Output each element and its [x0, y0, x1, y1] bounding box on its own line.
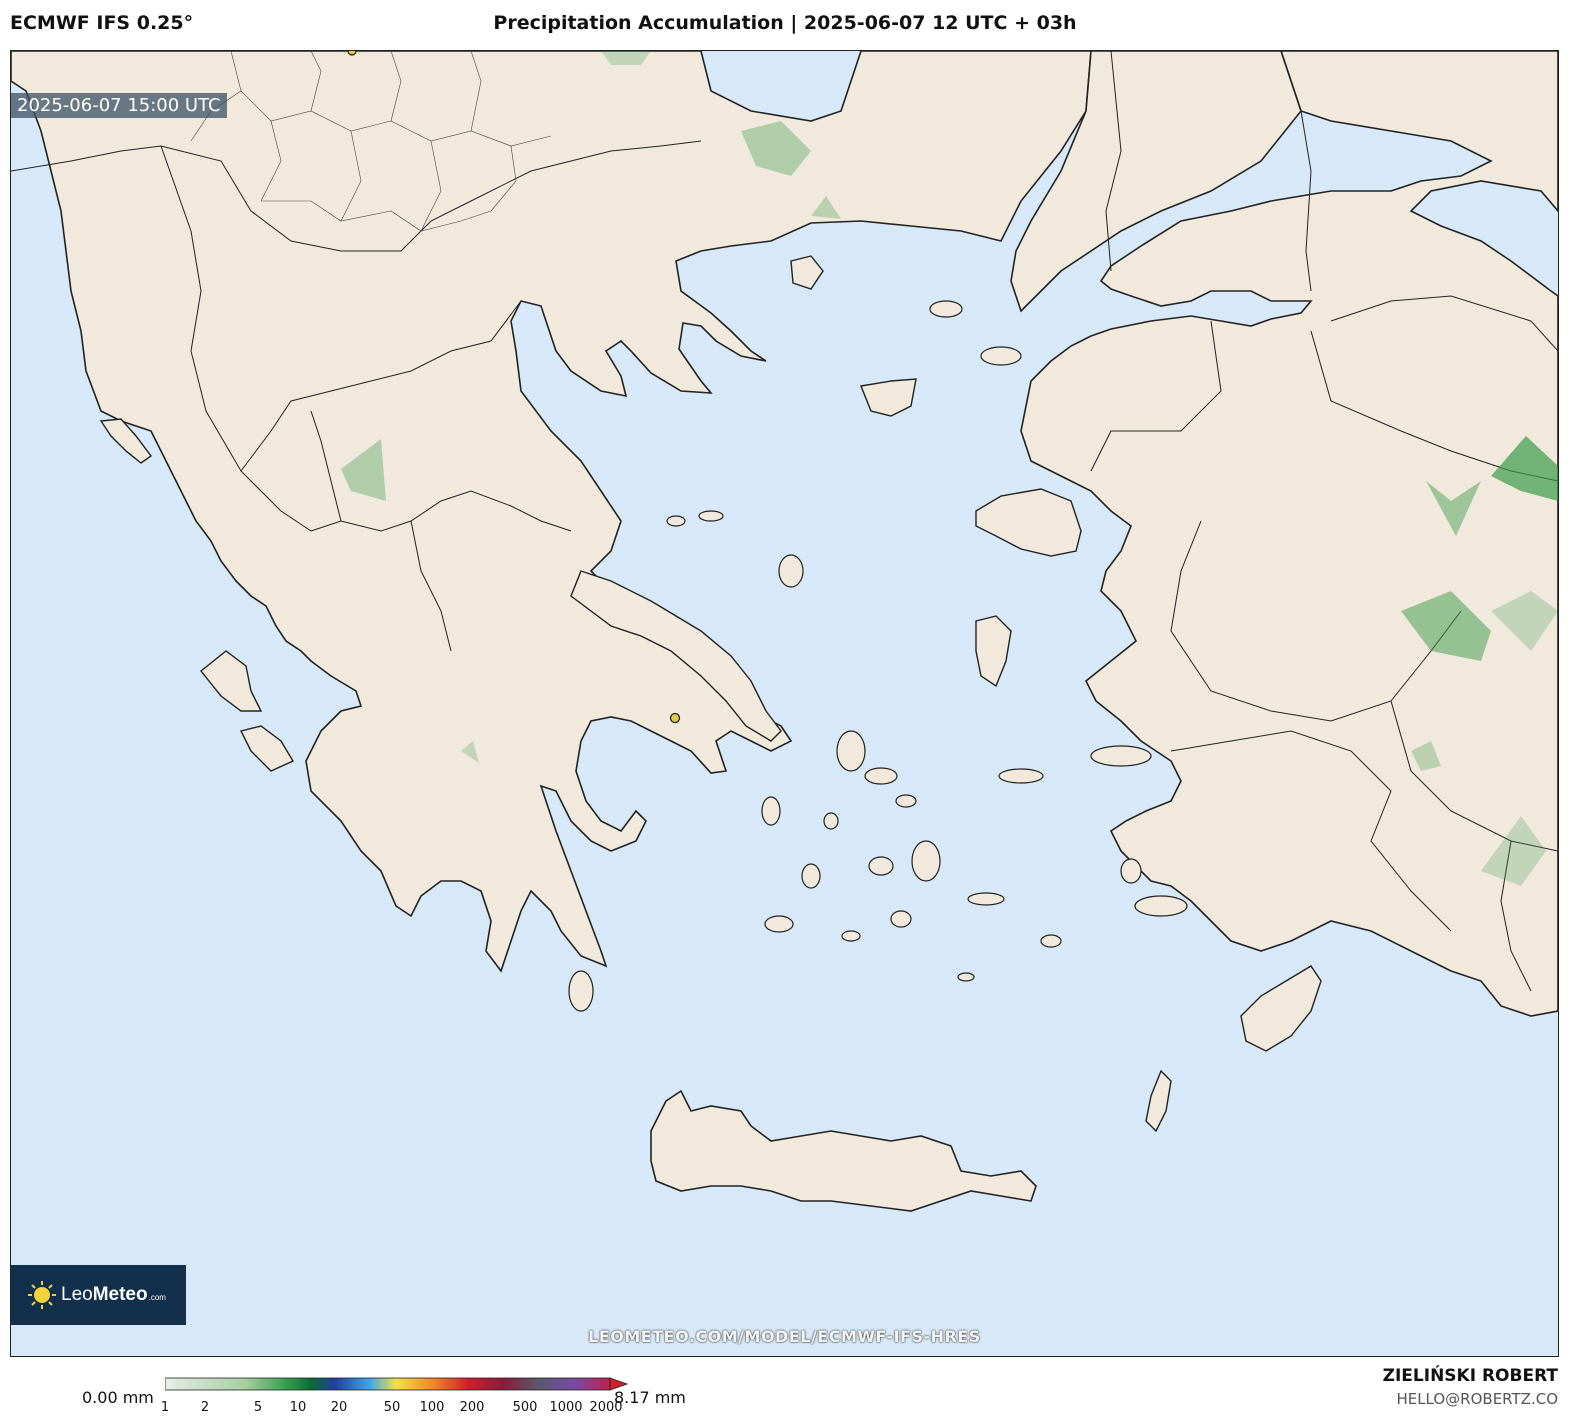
colorbar-tick-label: 1 [160, 1400, 170, 1415]
colorbar-tick-label: 50 [383, 1400, 401, 1415]
map-title: Precipitation Accumulation | 2025-06-07 … [493, 12, 1077, 34]
source-watermark: LEOMETEO.COM/MODEL/ECMWF-IFS-HRES [588, 1327, 981, 1346]
colorbar-tick-label: 5 [253, 1400, 263, 1415]
map-frame[interactable]: 2025-06-07 15:00 UTC LeoMeteo.com LEOMET… [10, 50, 1559, 1357]
land-zakynthos [239, 725, 295, 772]
logo-text: LeoMeteo.com [61, 1284, 166, 1305]
colorbar-tick-label: 10 [289, 1400, 307, 1415]
author-name: ZIELIŃSKI ROBERT [1382, 1366, 1558, 1386]
city-marker-athens[interactable] [669, 712, 681, 724]
precipitation-colorbar [165, 1377, 629, 1391]
valid-time-label: 2025-06-07 15:00 UTC [11, 93, 227, 118]
author-email[interactable]: HELLO@ROBERTZ.CO [1396, 1390, 1558, 1408]
land-lesbos [975, 488, 1082, 557]
colorbar-tick-label: 100 [419, 1400, 445, 1415]
land-thasos [790, 255, 824, 290]
colorbar-tick-label: 2000 [589, 1400, 623, 1415]
land-crete [650, 1089, 1037, 1212]
colorbar-tick-label: 200 [459, 1400, 485, 1415]
colorbar-tick-label: 1000 [549, 1400, 583, 1415]
legend-max-label: 8.17 mm [614, 1388, 686, 1407]
colorbar-tick-label: 2 [200, 1400, 210, 1415]
map-canvas[interactable] [11, 51, 1558, 1356]
land-chios [975, 615, 1012, 688]
legend-min-label: 0.00 mm [82, 1388, 154, 1407]
land-karpathos [1145, 1069, 1172, 1133]
colorbar-tick-label: 20 [330, 1400, 348, 1415]
land-balkans-greece [11, 51, 1092, 973]
colorbar-tick-label: 500 [512, 1400, 538, 1415]
land-lemnos [860, 378, 917, 417]
leometeo-logo[interactable]: LeoMeteo.com [11, 1265, 186, 1325]
land-rhodes [1240, 965, 1322, 1052]
sun-icon [28, 1281, 56, 1309]
city-marker-north[interactable] [347, 51, 357, 56]
land-kefalonia [200, 650, 263, 712]
